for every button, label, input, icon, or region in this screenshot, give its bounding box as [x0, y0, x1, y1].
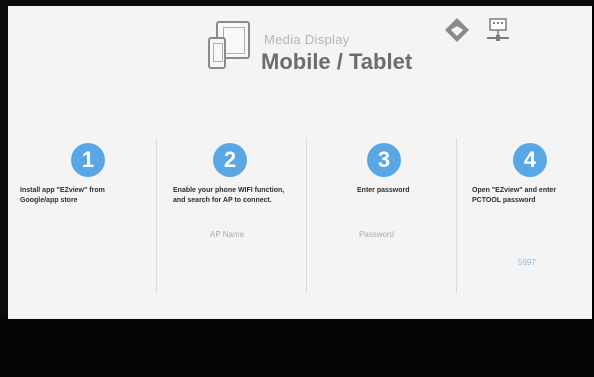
column-divider	[306, 138, 307, 293]
column-divider	[456, 138, 457, 293]
lan-computer-icon[interactable]	[484, 16, 512, 44]
step-1-badge: 1	[71, 143, 105, 177]
step-2-text: Enable your phone WIFI function, and sea…	[173, 187, 285, 204]
step-4-badge: 4	[513, 143, 547, 177]
step-3-text: Enter password	[357, 187, 410, 194]
media-display-label: Media Display	[264, 32, 350, 47]
pctool-password-value: 5997	[518, 258, 536, 267]
network-diamond-icon[interactable]	[443, 16, 471, 44]
step-3-badge: 3	[367, 143, 401, 177]
column-divider	[156, 138, 157, 293]
step-2-badge: 2	[213, 143, 247, 177]
phone-shape	[208, 37, 226, 69]
step-1-text: Install app "EZview" from Google/app sto…	[20, 187, 105, 204]
bottom-bar	[0, 319, 594, 377]
left-edge	[0, 0, 8, 319]
tablet-phone-icon	[206, 21, 258, 79]
screen-panel: Media Display Mobile / Tablet 1 Install …	[8, 6, 592, 319]
ap-name-label: AP Name	[210, 230, 245, 239]
page-title: Mobile / Tablet	[261, 49, 413, 74]
step-4-text: Open "EZview" and enter PCTOOL password	[472, 187, 557, 204]
password-label: Password	[359, 230, 395, 239]
